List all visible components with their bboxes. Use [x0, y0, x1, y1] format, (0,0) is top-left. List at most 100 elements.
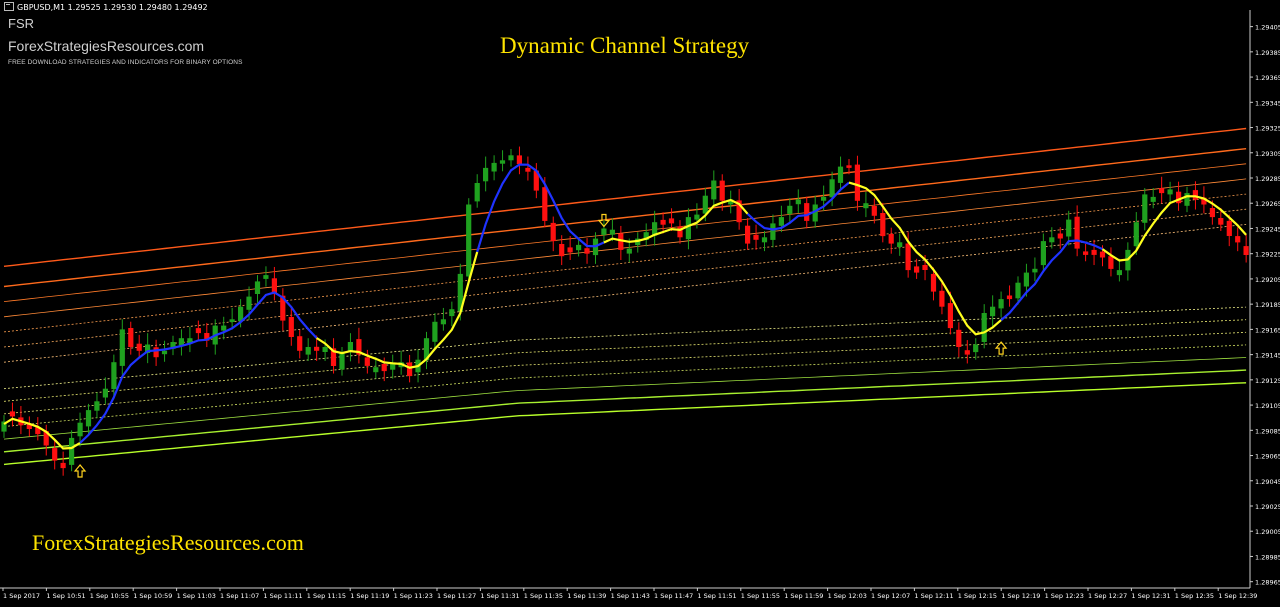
candle-body — [9, 411, 15, 417]
candle-body — [1159, 188, 1165, 194]
x-tick-label: 1 Sep 12:03 — [828, 592, 867, 600]
candle-body — [102, 388, 108, 398]
candle-body — [770, 223, 776, 240]
x-tick-label: 1 Sep 11:11 — [263, 592, 302, 600]
candle-body — [1083, 251, 1089, 255]
candle-body — [973, 344, 979, 353]
y-tick-label: 1.28965 — [1255, 579, 1280, 587]
candle-body — [508, 155, 514, 161]
y-tick-label: 1.29045 — [1255, 478, 1280, 486]
candle-body — [1108, 256, 1114, 269]
x-tick-label: 1 Sep 12:27 — [1088, 592, 1127, 600]
candle-body — [922, 265, 928, 270]
candle-body — [491, 162, 497, 172]
candle-body — [1015, 282, 1021, 299]
candle-body — [466, 204, 472, 277]
candle-body — [1049, 237, 1055, 243]
candle-body — [837, 166, 844, 183]
candle-body — [567, 247, 573, 253]
candle-body — [601, 228, 607, 235]
candle-body — [880, 213, 886, 237]
candle-body — [829, 179, 835, 198]
y-tick-label: 1.29085 — [1255, 427, 1280, 435]
x-tick-label: 1 Sep 12:15 — [958, 592, 997, 600]
x-tick-label: 1 Sep 11:19 — [350, 592, 389, 600]
candle-body — [1057, 233, 1063, 239]
candle-body — [576, 244, 582, 251]
x-tick-label: 1 Sep 12:23 — [1045, 592, 1084, 600]
candle-body — [288, 317, 294, 337]
x-tick-label: 1 Sep 12:31 — [1131, 592, 1170, 600]
candle-body — [1074, 216, 1080, 249]
y-tick-label: 1.29145 — [1255, 352, 1280, 360]
y-tick-label: 1.29025 — [1255, 503, 1280, 511]
y-tick-label: 1.29325 — [1255, 125, 1280, 133]
x-tick-label: 1 Sep 11:07 — [220, 592, 259, 600]
x-tick-label: 1 Sep 11:35 — [524, 592, 563, 600]
candle-body — [804, 203, 810, 221]
candle-body — [77, 422, 83, 437]
lower-channel-line — [3, 382, 1247, 466]
candle-body — [1235, 236, 1241, 243]
x-tick-label: 1 Sep 11:23 — [394, 592, 433, 600]
candle-body — [609, 229, 615, 235]
candle-body — [1243, 246, 1249, 255]
x-tick-label: 1 Sep 11:03 — [177, 592, 216, 600]
x-tick-label: 1 Sep 10:51 — [46, 592, 85, 600]
candle-body — [787, 205, 793, 214]
candle-body — [161, 350, 168, 355]
candle-body — [525, 167, 531, 172]
candle-body — [821, 196, 827, 201]
y-tick-label: 1.29265 — [1255, 200, 1280, 208]
y-tick-label: 1.29305 — [1255, 150, 1280, 158]
x-tick-label: 1 Sep 12:39 — [1218, 592, 1257, 600]
x-tick-label: 1 Sep 11:47 — [654, 592, 693, 600]
chart-title: Dynamic Channel Strategy — [500, 33, 750, 58]
candle-body — [1167, 189, 1173, 195]
candle-body — [1142, 194, 1148, 223]
candle-body — [1099, 251, 1106, 258]
candle-body — [559, 244, 565, 257]
candle-body — [1116, 270, 1122, 276]
upper-channel-line — [3, 148, 1247, 288]
x-tick-label: 1 Sep 10:59 — [133, 592, 172, 600]
y-tick-label: 1.28985 — [1255, 553, 1280, 561]
candle-body — [1218, 218, 1224, 225]
y-tick-label: 1.29385 — [1255, 49, 1280, 57]
x-tick-label: 1 Sep 12:19 — [1001, 592, 1040, 600]
candle-body — [660, 219, 666, 225]
candle-body — [897, 242, 903, 247]
wma-line-segment — [1101, 195, 1247, 262]
candle-body — [381, 363, 387, 372]
candle-body — [745, 225, 751, 244]
x-tick-label: 1 Sep 2017 — [3, 592, 40, 600]
y-tick-label: 1.29245 — [1255, 225, 1280, 233]
candle-body — [981, 313, 987, 342]
candle-body — [52, 448, 58, 461]
x-tick-label: 1 Sep 11:39 — [567, 592, 606, 600]
candle-body — [1066, 219, 1072, 237]
candle-body — [998, 299, 1004, 309]
candle-body — [964, 350, 970, 355]
candle-body — [339, 353, 345, 370]
candle-body — [297, 336, 303, 351]
price-chart-svg: 1.29405 1.29385 1.29365 1.29345 1.29325 1.293… — [0, 10, 1280, 600]
candle-body — [516, 155, 522, 165]
x-tick-label: 1 Sep 12:07 — [871, 592, 910, 600]
candle-body — [1150, 196, 1156, 202]
candle-body — [474, 183, 480, 202]
candle-body — [94, 401, 100, 411]
candle-body — [1192, 190, 1198, 200]
x-tick-label: 1 Sep 11:55 — [741, 592, 780, 600]
candle-body — [221, 325, 227, 331]
y-tick-label: 1.29125 — [1255, 377, 1280, 385]
candle-body — [440, 319, 446, 325]
candle-body — [947, 303, 953, 329]
candle-body — [939, 290, 945, 307]
x-tick-label: 1 Sep 11:59 — [784, 592, 823, 600]
y-tick-label: 1.29005 — [1255, 528, 1280, 536]
symbol-header: GBPUSD,M1 1.29525 1.29530 1.29480 1.2949… — [4, 2, 208, 12]
candle-body — [871, 206, 877, 216]
symbol-line: GBPUSD,M1 1.29525 1.29530 1.29480 1.2949… — [17, 3, 208, 12]
candle-body — [753, 234, 759, 240]
